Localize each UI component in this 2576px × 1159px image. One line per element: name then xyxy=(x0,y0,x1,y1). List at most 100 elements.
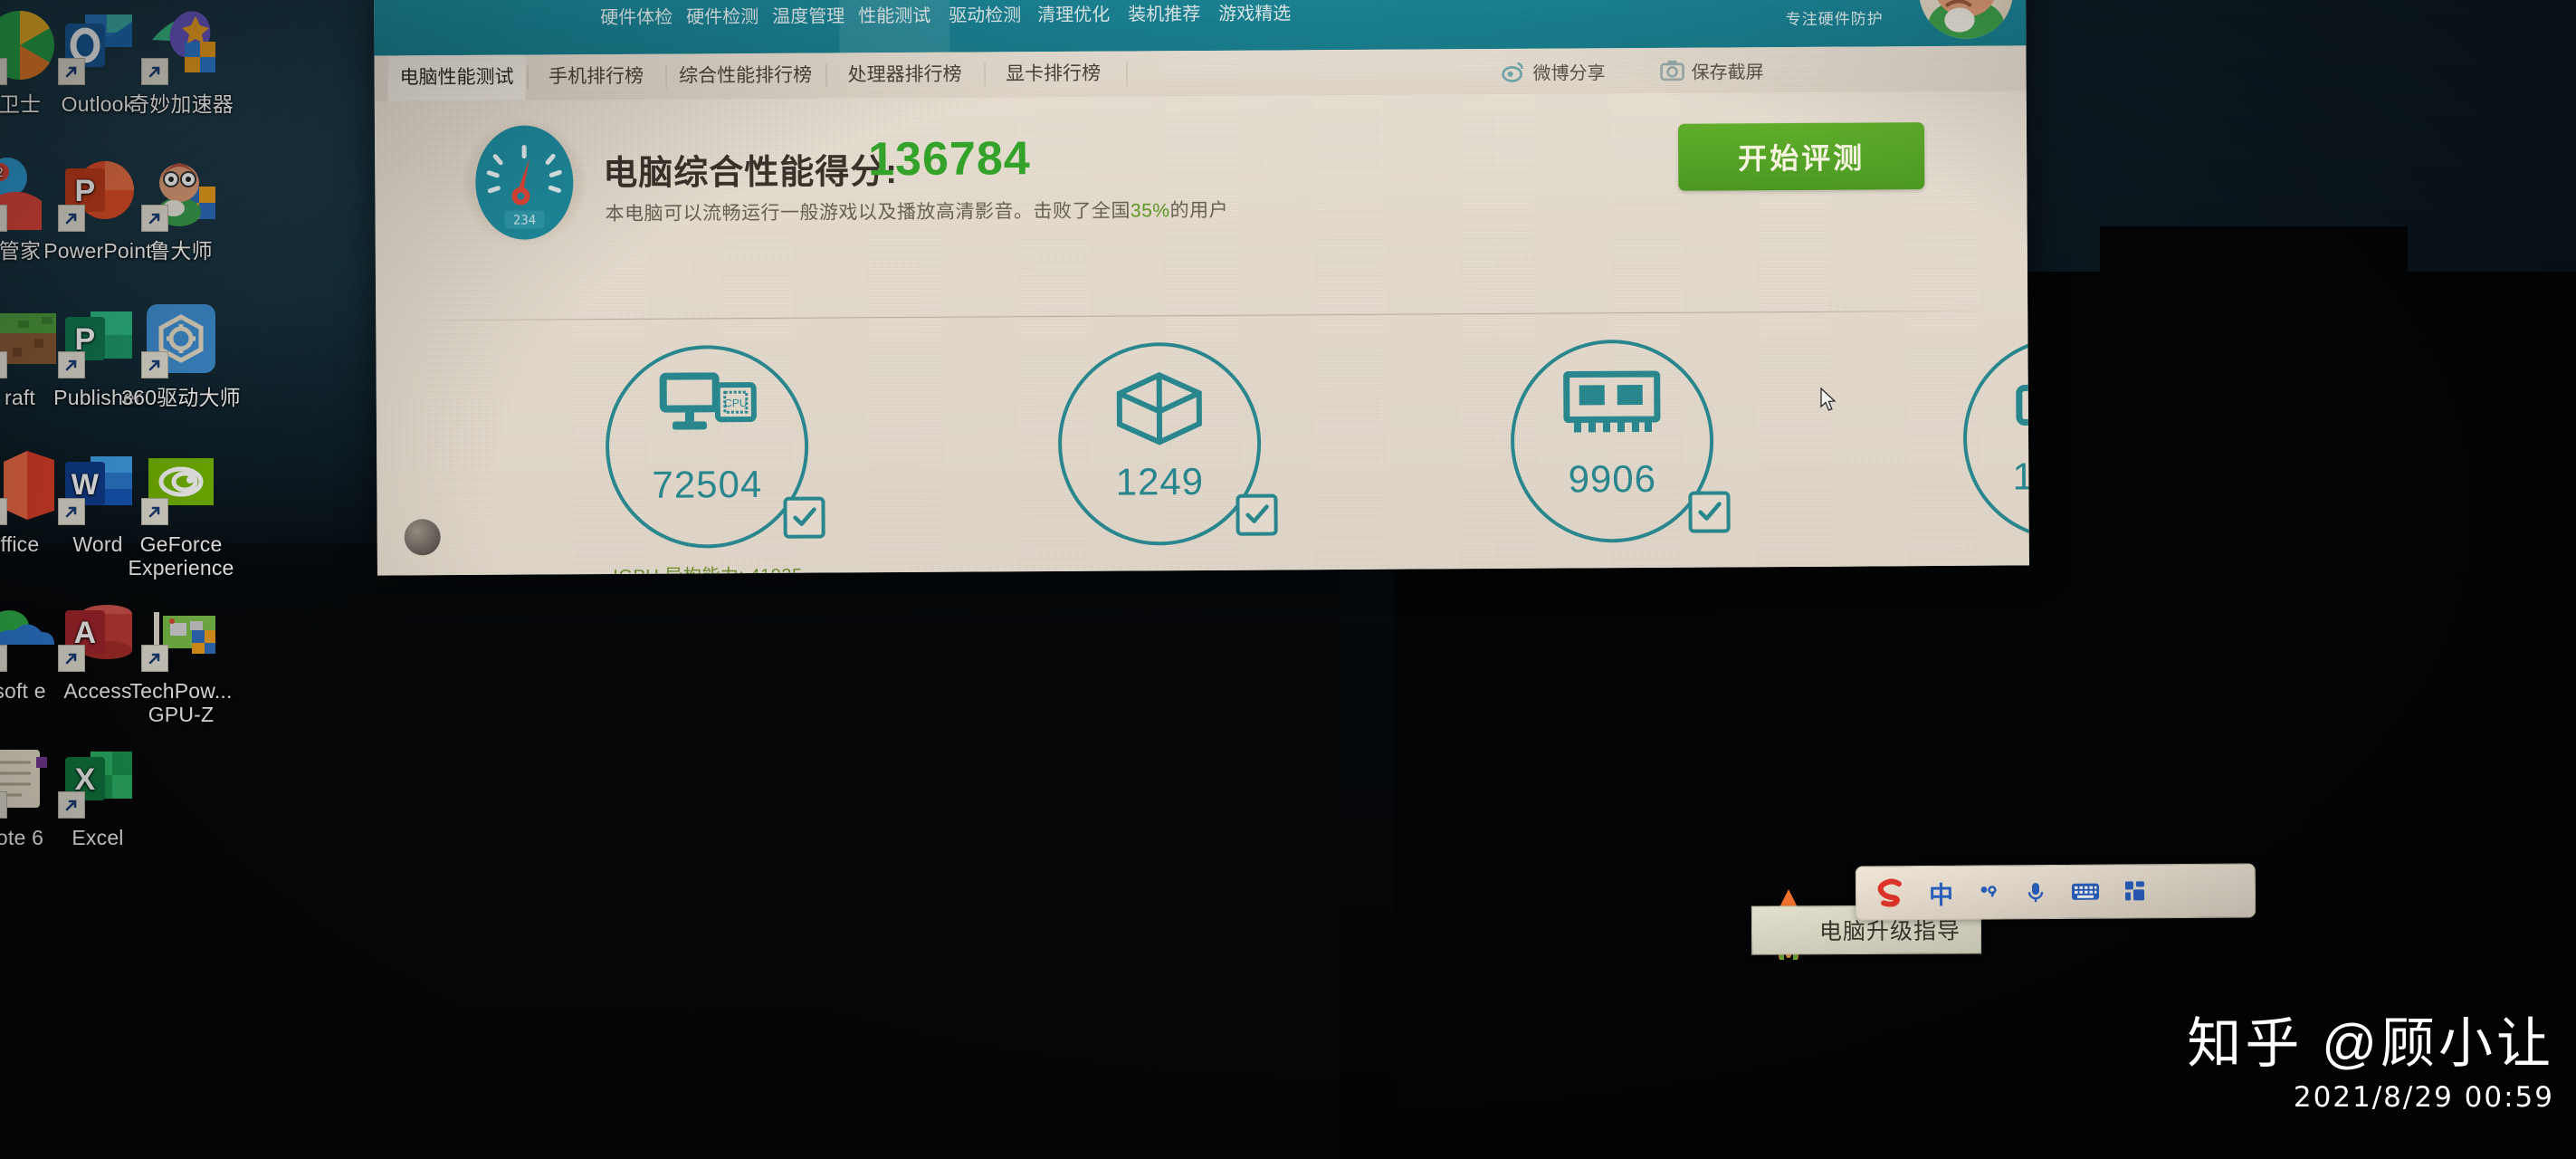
shortcut-arrow-icon xyxy=(58,498,85,525)
ludashi-mascot-icon xyxy=(1918,0,2014,40)
brand-subtitle: 专注硬件防护 xyxy=(1785,10,1884,29)
shortcut-arrow-icon xyxy=(141,351,168,378)
start-benchmark-button[interactable]: 开始评测 xyxy=(1677,122,1925,191)
shortcut-arrow-icon xyxy=(58,205,85,232)
monitor-cpu-icon: CPU xyxy=(653,372,762,449)
svg-text:234: 234 xyxy=(513,213,536,227)
driver-master-icon xyxy=(141,301,219,378)
watermark-text: 知乎 @顾小让 xyxy=(2187,1013,2554,1074)
metric-ring: CPU 72504 xyxy=(605,344,825,550)
sogou-s-icon[interactable] xyxy=(1875,877,1905,908)
speedometer-icon: 234 xyxy=(462,118,587,247)
nav-item-label: 硬件检测 xyxy=(686,6,759,28)
tab-separator xyxy=(1126,62,1128,86)
memory-stick-icon xyxy=(1558,367,1667,444)
performance-test-panel: 234 电脑综合性能得分: 136784 本电脑可以流畅运行一般游戏以及播放高清… xyxy=(374,91,2029,576)
nav-item-3[interactable]: 性能测试 xyxy=(844,0,945,27)
desktop-icon[interactable]: GeForce Experience xyxy=(109,447,253,580)
nav-item-1[interactable]: 硬件检测 xyxy=(673,0,773,27)
metric-score: 9906 xyxy=(1568,456,1657,501)
tool-link-label: 保存截屏 xyxy=(1691,62,1764,83)
tool-link-label: 微博分享 xyxy=(1532,62,1606,84)
hardware-detect-icon xyxy=(695,0,749,3)
shortcut-arrow-icon xyxy=(141,645,168,672)
punctuation-icon[interactable] xyxy=(1977,880,2000,904)
metric-card-2: 9906内存性能击败全国74%用户 xyxy=(1462,339,1762,575)
shortcut-arrow-icon xyxy=(0,645,7,672)
nav-item-label: 游戏精选 xyxy=(1218,4,1292,24)
shortcut-arrow-icon xyxy=(141,498,168,525)
tab-2[interactable]: 综合性能排行榜 xyxy=(666,53,824,100)
desktop-icon-label: 360驱动大师 xyxy=(121,386,241,409)
shortcut-arrow-icon xyxy=(0,205,7,232)
desktop-icon[interactable]: 奇妙加速器 xyxy=(109,7,253,116)
photo-of-screen: 卫士Outlook奇妙加速器2管家PPowerPoint鲁大师raftPPubl… xyxy=(0,0,2576,1159)
metric-score: 72504 xyxy=(652,462,763,506)
accelerator-icon xyxy=(141,7,219,85)
score-desc-percent: 35% xyxy=(1130,200,1170,222)
svg-text:P: P xyxy=(75,174,96,208)
shortcut-arrow-icon xyxy=(0,498,7,525)
desktop-icon[interactable]: X Excel xyxy=(25,741,170,849)
metric-card-1: 1249显卡性能击败全国1%用户 xyxy=(1009,341,1310,575)
speedometer-icon xyxy=(867,0,921,2)
tab-4[interactable]: 显卡排行榜 xyxy=(985,52,1121,98)
tab-3[interactable]: 处理器排行榜 xyxy=(826,52,982,98)
desktop-icon-label: TechPow... GPU-Z xyxy=(129,679,233,726)
nav-item-label: 驱动检测 xyxy=(949,5,1022,26)
metric-checkbox[interactable] xyxy=(783,496,825,539)
weibo-share-icon xyxy=(1502,60,1525,83)
status-orb xyxy=(404,519,441,556)
desktop-icon[interactable]: 鲁大师 xyxy=(109,154,253,263)
desktop-icon-label: GeForce Experience xyxy=(128,532,234,580)
apps-grid-icon[interactable] xyxy=(2123,879,2147,903)
overall-score-description: 本电脑可以流畅运行一般游戏以及播放高清影音。击败了全国35%的用户 xyxy=(605,196,1228,226)
metric-score: 11190 xyxy=(2012,454,2029,498)
watermark-timestamp: 2021/8/29 00:59 xyxy=(2293,1081,2554,1114)
driver-gear-icon xyxy=(958,0,1012,2)
metric-ring: 1249 xyxy=(1057,341,1278,546)
tool-link-0[interactable]: 微博分享 xyxy=(1501,48,1606,94)
metric-ring: 11190 xyxy=(1962,336,2029,541)
shortcut-arrow-icon xyxy=(0,351,7,378)
overall-score-value: 136784 xyxy=(867,132,1031,187)
watermark: 知乎 @顾小让 2021/8/29 00:59 xyxy=(2187,1017,2554,1112)
thermometer-icon xyxy=(781,0,835,3)
nav-item-5[interactable]: 清理优化 xyxy=(1024,0,1124,26)
nav-item-0[interactable]: 硬件体检 xyxy=(587,0,687,29)
desktop-icon-label: 奇妙加速器 xyxy=(129,92,234,116)
metric-checkbox[interactable] xyxy=(1688,491,1731,533)
tab-0[interactable]: 电脑性能测试 xyxy=(387,54,526,101)
score-desc-prefix: 本电脑可以流畅运行一般游戏以及播放高清影音。击败了全国 xyxy=(605,200,1131,225)
ludashi-app-window: 硬件体检硬件检测温度管理性能测试驱动检测清理优化装机推荐游戏精选 鲁大师 专注硬… xyxy=(374,0,2029,576)
metric-card-0: CPU72504IGPU 异构能力: 41935处理器性能击败全国64%用户 xyxy=(557,344,857,576)
section-divider xyxy=(401,310,1995,321)
svg-text:CPU: CPU xyxy=(724,397,747,409)
keyboard-icon[interactable] xyxy=(2071,881,2100,903)
desktop-icon-label: 鲁大师 xyxy=(149,239,213,263)
tab-1[interactable]: 手机排行榜 xyxy=(528,54,663,101)
sogou-ime-toolbar[interactable]: 中 xyxy=(1855,863,2256,921)
desktop-icon-label: Excel xyxy=(72,826,124,849)
desktop-icon[interactable]: TechPow... GPU-Z xyxy=(109,594,253,726)
svg-text:2: 2 xyxy=(0,167,4,180)
nav-item-6[interactable]: 装机推荐 xyxy=(1114,0,1215,24)
nav-item-label: 清理优化 xyxy=(1037,5,1111,26)
metric-checkbox[interactable] xyxy=(1236,493,1278,536)
nav-item-4[interactable]: 驱动检测 xyxy=(935,0,1035,25)
camera-icon xyxy=(1660,59,1684,82)
shortcut-arrow-icon xyxy=(58,351,85,378)
nav-item-label: 硬件体检 xyxy=(600,7,673,29)
tool-link-1[interactable]: 保存截屏 xyxy=(1659,47,1764,93)
desktop-icon[interactable]: 360驱动大师 xyxy=(109,301,253,409)
svg-text:W: W xyxy=(72,468,100,501)
nav-item-label: 性能测试 xyxy=(858,5,931,27)
gpu-cube-icon xyxy=(1105,369,1215,446)
metric-ring: 9906 xyxy=(1510,339,1731,543)
shortcut-arrow-icon xyxy=(0,791,7,819)
mouse-cursor xyxy=(1819,387,1837,413)
geforce-icon xyxy=(141,447,219,525)
ime-mode-button[interactable]: 中 xyxy=(1929,875,1953,910)
microphone-icon[interactable] xyxy=(2024,880,2047,904)
nav-item-7[interactable]: 游戏精选 xyxy=(1205,0,1305,24)
